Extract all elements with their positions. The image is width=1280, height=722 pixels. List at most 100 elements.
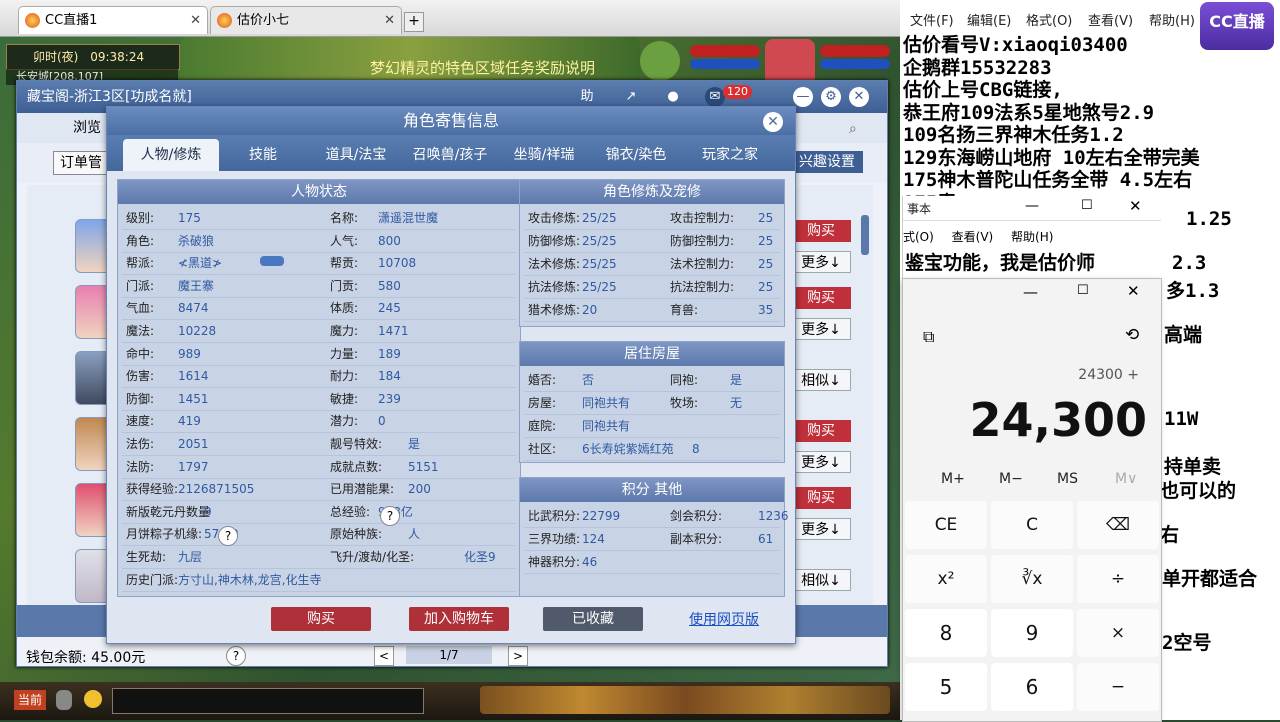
calc-key[interactable]: ÷ [1077, 555, 1159, 603]
notepad-text-fragment[interactable]: 2空号 [1162, 628, 1211, 655]
more-button[interactable]: 更多↓ [791, 251, 851, 273]
dialog-buy-button[interactable]: 购买 [271, 607, 371, 631]
tab-outfits[interactable]: 锦衣/染色 [593, 139, 679, 171]
notepad-menu-item[interactable]: 帮助(H) [1149, 10, 1195, 29]
add-to-cart-button[interactable]: 加入购物车 [409, 607, 509, 631]
calc-key[interactable]: 9 [991, 609, 1073, 657]
similar-button[interactable]: 相似↓ [791, 569, 851, 591]
notepad-text-fragment[interactable]: 2.3 [1172, 252, 1206, 274]
list-scrollbar[interactable] [861, 215, 869, 255]
search-icon[interactable]: ⌕ [849, 121, 857, 137]
new-tab-button[interactable]: + [404, 12, 424, 32]
notepad-menu-item[interactable]: 文件(F) [910, 10, 954, 29]
minimize-icon[interactable]: — [1025, 198, 1039, 214]
stop-icon[interactable]: ● [663, 87, 683, 107]
help-question-icon[interactable]: ? [218, 526, 238, 546]
prev-page-button[interactable]: < [374, 646, 394, 666]
maximize-icon[interactable]: ☐ [1077, 283, 1089, 298]
menu-view[interactable]: 查看(V) [952, 230, 994, 244]
close-icon[interactable]: ✕ [1127, 282, 1140, 300]
order-manage-button[interactable]: 订单管 [53, 151, 109, 175]
share-icon[interactable]: ↗ [621, 87, 641, 107]
more-button[interactable]: 更多↓ [791, 451, 851, 473]
notepad-text-fragment[interactable]: 单开都适合 [1162, 564, 1257, 591]
maximize-icon[interactable]: ☐ [1081, 198, 1093, 213]
info-value: 无 [730, 396, 743, 410]
notepad-text-fragment[interactable]: 多1.3 [1166, 276, 1219, 303]
next-page-button[interactable]: > [508, 646, 528, 666]
notepad-menu-item[interactable]: 查看(V) [1088, 10, 1133, 29]
calc-key[interactable]: 6 [991, 663, 1073, 711]
interest-settings-button[interactable]: 兴趣设置 [791, 151, 863, 173]
more-button[interactable]: 更多↓ [791, 518, 851, 540]
notepad-text-fragment[interactable]: 右 [1160, 520, 1179, 547]
calc-key[interactable]: ∛x [991, 555, 1073, 603]
close-icon[interactable]: ✕ [849, 87, 869, 107]
emoji-icon[interactable] [84, 690, 102, 708]
close-icon[interactable]: ✕ [1129, 197, 1142, 215]
more-button[interactable]: 更多↓ [791, 318, 851, 340]
notepad-text-fragment[interactable]: 11W [1164, 408, 1198, 430]
chat-channel-button[interactable]: 当前 [14, 690, 47, 710]
dialog-close-icon[interactable]: ✕ [763, 112, 783, 132]
health-bar [690, 45, 760, 57]
calc-key[interactable]: 5 [905, 663, 987, 711]
cc-favicon-icon [25, 13, 40, 28]
calc-key[interactable]: CE [905, 501, 987, 549]
help-question-icon[interactable]: ? [380, 506, 400, 526]
calc-key[interactable]: ⌫ [1077, 501, 1159, 549]
tab-appraiser[interactable]: 估价小七 ✕ [210, 6, 402, 34]
calc-key[interactable]: x² [905, 555, 987, 603]
notepad2-text[interactable]: 鉴宝功能，我是估价师 [905, 248, 1095, 275]
close-tab-icon[interactable]: ✕ [190, 7, 201, 35]
help-icon[interactable]: 助 [577, 87, 597, 107]
status-value: 九层 [178, 550, 203, 564]
favorited-button[interactable]: 已收藏 [543, 607, 643, 631]
notepad-menu-item[interactable]: 编辑(E) [967, 10, 1011, 29]
minimize-icon[interactable]: — [793, 87, 813, 107]
history-icon[interactable]: ⟲ [1125, 325, 1139, 345]
notepad-text-fragment[interactable]: 高端 [1164, 320, 1202, 347]
notepad-text-fragment[interactable]: 持单卖 [1164, 452, 1221, 479]
tab-character[interactable]: 人物/修炼 [123, 139, 219, 171]
skill-hotbar[interactable] [480, 686, 890, 714]
help-question-icon[interactable]: ? [226, 646, 246, 666]
chat-input[interactable] [112, 688, 424, 714]
buy-button[interactable]: 购买 [791, 420, 851, 442]
status-label: 防御: [126, 391, 155, 406]
calc-key[interactable]: 8 [905, 609, 987, 657]
notepad-text-fragment[interactable]: 1.25 [1186, 208, 1232, 230]
minimize-icon[interactable]: — [1023, 283, 1038, 301]
notepad-text-fragment[interactable]: 也可以的 [1160, 476, 1236, 503]
buy-button[interactable]: 购买 [791, 220, 851, 242]
calc-key[interactable]: − [1077, 663, 1159, 711]
tab-home[interactable]: 玩家之家 [687, 139, 773, 171]
notepad-menu-item[interactable]: 格式(O) [1026, 10, 1072, 29]
tab-skills[interactable]: 技能 [229, 139, 297, 171]
buy-button[interactable]: 购买 [791, 487, 851, 509]
buy-button[interactable]: 购买 [791, 287, 851, 309]
microphone-icon[interactable] [56, 690, 72, 710]
tab-items[interactable]: 道具/法宝 [313, 139, 399, 171]
npc-sprite [640, 41, 680, 81]
calc-key[interactable]: C [991, 501, 1073, 549]
memory-key[interactable]: MS [1057, 471, 1078, 487]
message-icon[interactable]: ✉ [705, 87, 725, 107]
keep-on-top-icon[interactable]: ⧉ [923, 327, 934, 347]
calc-key[interactable]: × [1077, 609, 1159, 657]
nav-browse[interactable]: 浏览 [73, 117, 101, 137]
tab-mounts[interactable]: 坐骑/祥瑞 [501, 139, 587, 171]
tab-cc-live[interactable]: CC直播1 ✕ [18, 6, 208, 34]
tab-pets[interactable]: 召唤兽/孩子 [405, 139, 495, 171]
memory-key[interactable]: M+ [941, 471, 965, 487]
menu-format[interactable]: 式(O) [903, 230, 934, 244]
status-panel: 人物状态 级别: 175 角色: 杀破狼 帮派: ≮黑道≯ 门派: 魔王寨 气血: 8474 魔法:… [117, 179, 521, 597]
similar-button[interactable]: 相似↓ [791, 369, 851, 391]
close-tab-icon[interactable]: ✕ [384, 7, 395, 35]
web-version-link[interactable]: 使用网页版 [689, 609, 759, 629]
memory-key[interactable]: M∨ [1115, 471, 1137, 487]
memory-key[interactable]: M− [999, 471, 1023, 487]
menu-help[interactable]: 帮助(H) [1011, 230, 1053, 244]
settings-gear-icon[interactable]: ⚙ [821, 87, 841, 107]
status-value: 魔王寨 [178, 278, 215, 293]
